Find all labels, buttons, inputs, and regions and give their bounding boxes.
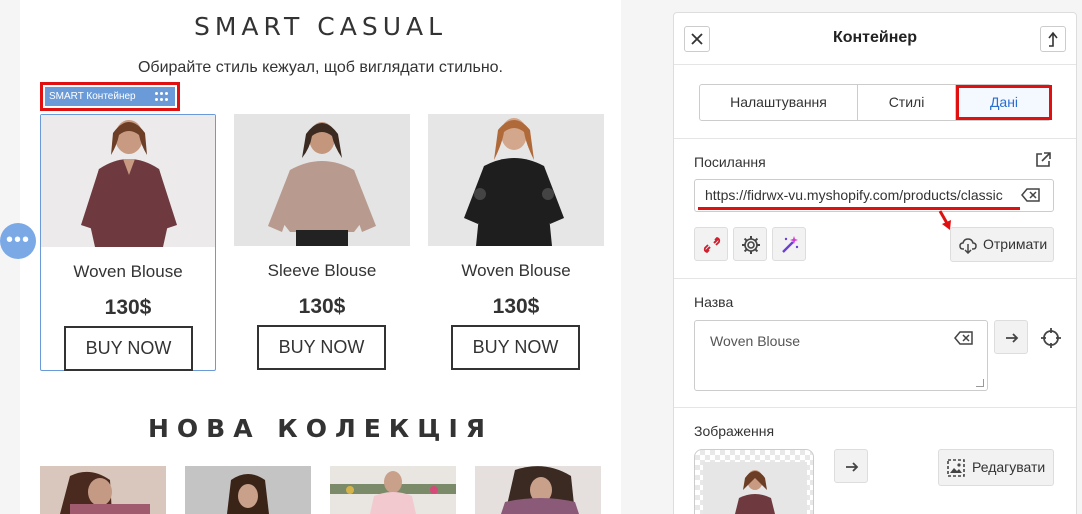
edit-image-label: Редагувати xyxy=(972,459,1046,475)
drag-handle-icon[interactable] xyxy=(155,92,169,102)
crosshair-icon[interactable] xyxy=(1033,320,1067,354)
product-image[interactable] xyxy=(41,115,215,247)
clear-input-icon[interactable] xyxy=(1021,188,1041,202)
product-name: Woven Blouse xyxy=(461,261,571,280)
product-name: Woven Blouse xyxy=(73,262,183,281)
name-textarea[interactable]: Woven Blouse xyxy=(694,320,988,391)
magic-wand-icon[interactable] xyxy=(772,227,806,261)
fetch-button[interactable]: Отримати xyxy=(950,227,1054,262)
arrow-right-icon[interactable] xyxy=(834,449,868,483)
divider xyxy=(674,138,1076,139)
external-link-icon[interactable] xyxy=(1034,151,1054,171)
product-price: 130$ xyxy=(492,295,540,318)
properties-panel: Контейнер Налаштування Стилі Дані Посила… xyxy=(673,12,1077,514)
divider xyxy=(674,407,1076,408)
name-label: Назва xyxy=(694,294,734,310)
product-image[interactable] xyxy=(428,114,604,246)
clear-input-icon[interactable] xyxy=(954,331,974,345)
product-card[interactable]: Woven Blouse 130$ BUY NOW xyxy=(428,114,604,371)
smart-container-label[interactable]: SMART Контейнер xyxy=(40,82,180,111)
buy-now-button[interactable]: BUY NOW xyxy=(451,325,580,370)
product-price: 130$ xyxy=(298,295,346,318)
tab-data[interactable]: Дані xyxy=(956,85,1052,120)
name-value: Woven Blouse xyxy=(710,333,801,349)
arrow-right-icon[interactable] xyxy=(994,320,1028,354)
editor-root: SMART CASUAL Обирайте стиль кежуал, щоб … xyxy=(0,0,1082,514)
product-name: Sleeve Blouse xyxy=(267,261,377,280)
product-image[interactable] xyxy=(234,114,410,246)
collection-image[interactable] xyxy=(330,466,456,514)
gear-icon[interactable] xyxy=(733,227,767,261)
section-subtitle: Обирайте стиль кежуал, щоб виглядати сти… xyxy=(137,59,503,76)
link-label: Посилання xyxy=(694,154,766,170)
collection-image[interactable] xyxy=(40,466,166,514)
collection-image[interactable] xyxy=(475,466,601,514)
smart-container-label-text: SMART Контейнер xyxy=(49,91,136,102)
product-price: 130$ xyxy=(104,296,152,319)
collection-title: НОВА КОЛЕКЦІЯ xyxy=(148,414,493,443)
more-options-handle[interactable]: ••• xyxy=(0,223,36,259)
panel-header: Контейнер xyxy=(674,13,1076,65)
section-title: SMART CASUAL xyxy=(193,12,448,41)
image-label: Зображення xyxy=(694,423,775,439)
panel-tabs: Налаштування Стилі Дані xyxy=(699,84,1052,121)
collection-image[interactable] xyxy=(185,466,311,514)
divider xyxy=(674,278,1076,279)
resize-grip-icon[interactable] xyxy=(976,379,984,387)
tab-settings[interactable]: Налаштування xyxy=(700,85,858,120)
buy-now-button[interactable]: BUY NOW xyxy=(64,326,193,371)
image-preview[interactable] xyxy=(694,449,814,514)
fetch-button-label: Отримати xyxy=(983,236,1048,252)
unlink-icon[interactable] xyxy=(694,227,728,261)
buy-now-button[interactable]: BUY NOW xyxy=(257,325,386,370)
product-card[interactable]: Sleeve Blouse 130$ BUY NOW xyxy=(234,114,410,371)
product-card[interactable]: Woven Blouse 130$ BUY NOW xyxy=(40,114,216,371)
edit-image-button[interactable]: Редагувати xyxy=(938,449,1054,486)
level-up-icon[interactable] xyxy=(1040,26,1066,52)
page-canvas: SMART CASUAL Обирайте стиль кежуал, щоб … xyxy=(20,0,621,514)
cloud-download-icon xyxy=(959,238,977,254)
panel-title: Контейнер xyxy=(832,29,918,46)
url-highlight-underline xyxy=(698,207,1020,210)
image-edit-icon xyxy=(947,459,965,477)
tab-styles[interactable]: Стилі xyxy=(858,85,956,120)
